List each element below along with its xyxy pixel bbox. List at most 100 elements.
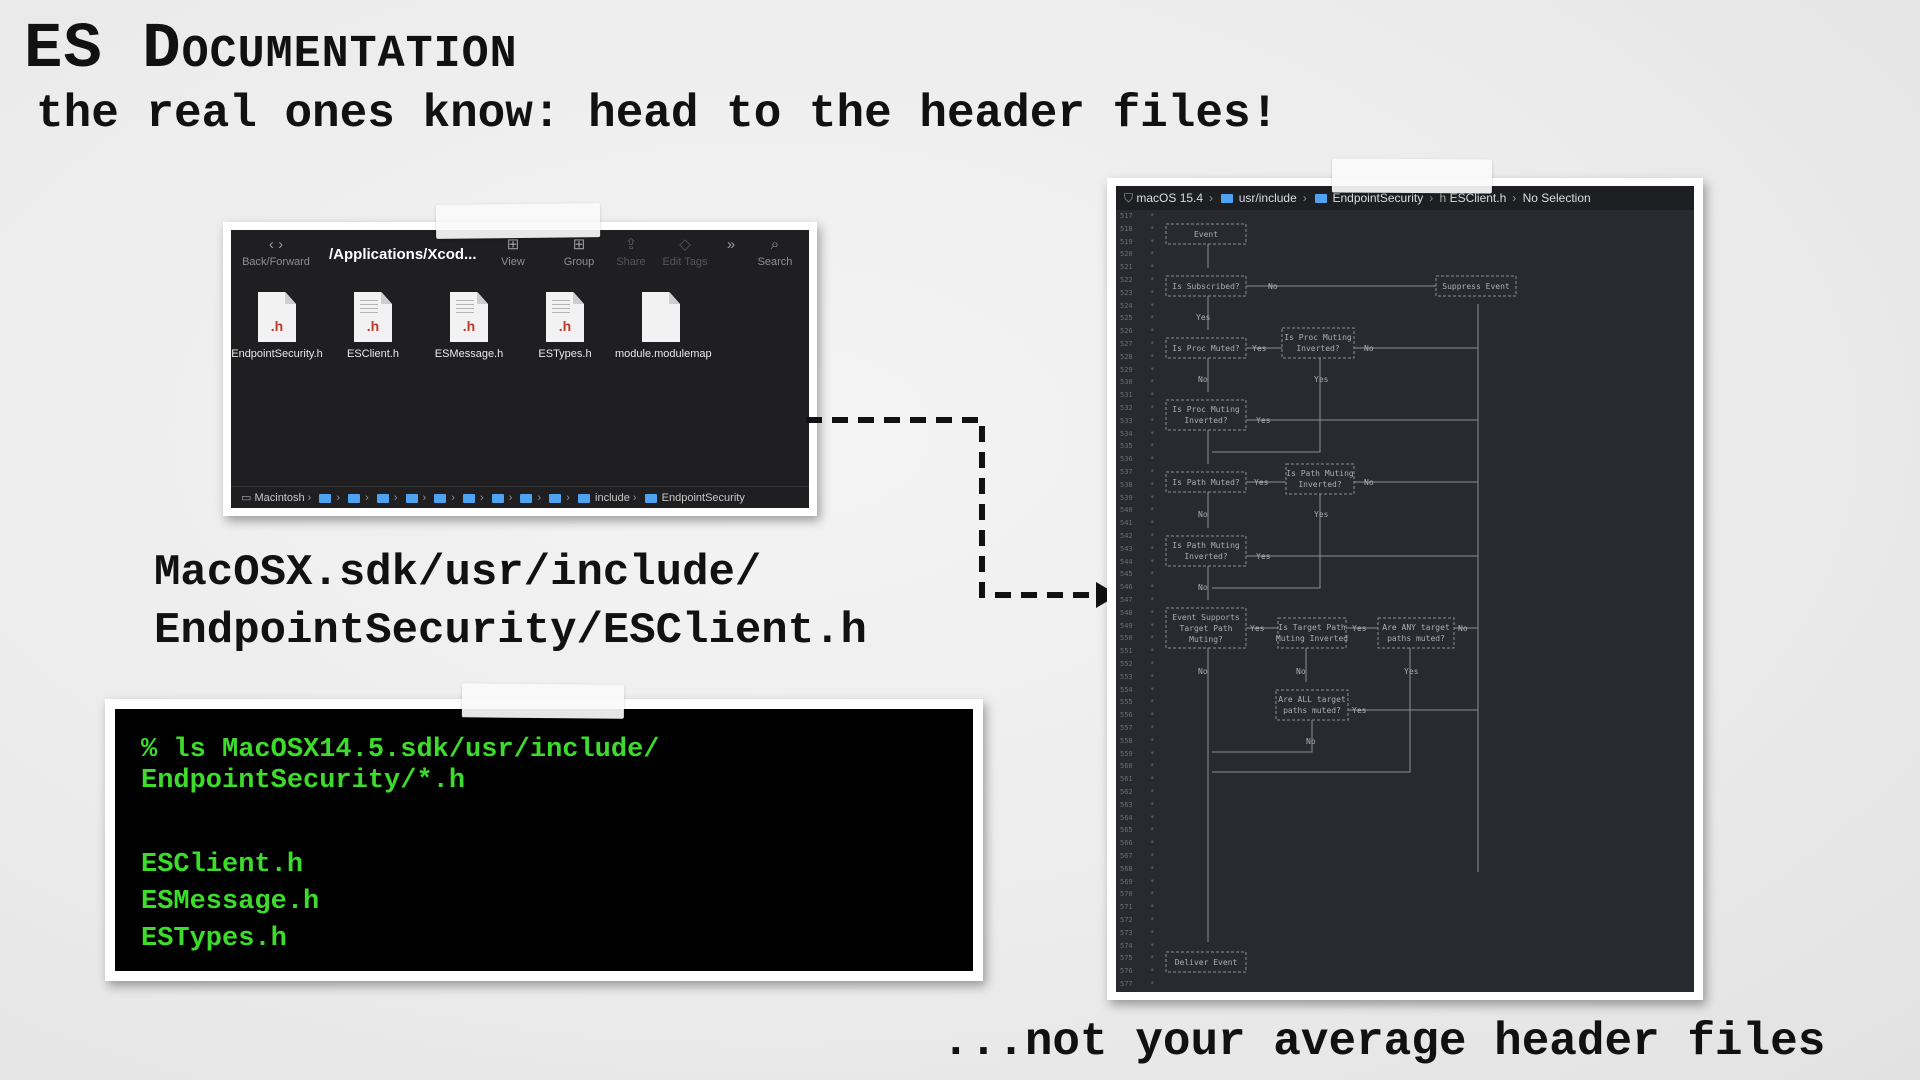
svg-text:Are ALL target: Are ALL target xyxy=(1278,695,1346,704)
svg-text:Target Path: Target Path xyxy=(1180,624,1233,633)
line-number: 543 * xyxy=(1120,544,1155,553)
line-number: 523 * xyxy=(1120,288,1155,297)
line-number: 520 * xyxy=(1120,250,1155,259)
breadcrumb-item[interactable]: macOS 15.4 xyxy=(1136,191,1203,205)
share-button[interactable]: ⇪ Share xyxy=(611,234,651,268)
svg-text:No: No xyxy=(1364,344,1374,353)
file-item[interactable]: .h ESTypes.h xyxy=(519,292,611,361)
folder-icon xyxy=(577,493,590,503)
tagline: ...not your average header files xyxy=(942,1016,1826,1068)
svg-text:Yes: Yes xyxy=(1250,624,1265,633)
line-number: 544 * xyxy=(1120,557,1155,566)
breadcrumb-item[interactable]: No Selection xyxy=(1523,191,1591,205)
group-button[interactable]: ⊞ Group xyxy=(559,234,599,268)
line-number: 528 * xyxy=(1120,352,1155,361)
svg-text:Yes: Yes xyxy=(1314,510,1329,519)
header-file-icon: .h xyxy=(450,292,488,342)
line-number: 575 * xyxy=(1120,954,1155,963)
breadcrumb-item[interactable]: usr/include xyxy=(1239,191,1297,205)
flow-node-event-label: Event xyxy=(1194,230,1218,239)
file-item[interactable]: module.modulemap xyxy=(615,292,712,361)
breadcrumb-item[interactable]: EndpointSecurity xyxy=(1332,191,1423,205)
terminal-command: % ls MacOSX14.5.sdk/usr/include/ Endpoin… xyxy=(141,735,660,796)
folder-icon xyxy=(434,493,447,503)
terminal-screenshot-frame: % ls MacOSX14.5.sdk/usr/include/ Endpoin… xyxy=(105,699,983,981)
folder-icon xyxy=(491,493,504,503)
path-item-include[interactable]: include xyxy=(595,492,630,504)
view-button[interactable]: ⊞ View xyxy=(493,234,533,268)
line-number: 557 * xyxy=(1120,724,1155,732)
svg-text:Inverted?: Inverted? xyxy=(1296,344,1340,353)
line-number: 565 * xyxy=(1120,826,1155,835)
svg-text:paths muted?: paths muted? xyxy=(1387,634,1445,643)
tape-strip xyxy=(461,683,625,719)
line-number: 545 * xyxy=(1120,570,1155,579)
svg-text:paths muted?: paths muted? xyxy=(1283,706,1341,715)
line-number: 558 * xyxy=(1120,736,1155,745)
folder-icon xyxy=(319,493,332,503)
svg-text:Inverted?: Inverted? xyxy=(1298,480,1342,489)
path-caption: MacOSX.sdk/usr/include/ EndpointSecurity… xyxy=(154,548,867,656)
file-item[interactable]: .h ESMessage.h xyxy=(423,292,515,361)
finder-path-bar: ▭ Macintosh › › › › › › › › › › include › … xyxy=(231,486,809,508)
line-number: 564 * xyxy=(1120,813,1155,822)
line-number: 532 * xyxy=(1120,404,1155,412)
line-number: 560 * xyxy=(1120,762,1155,771)
xcode-editor: ⛉ macOS 15.4 › usr/include › EndpointSecur… xyxy=(1116,186,1694,992)
svg-text:No: No xyxy=(1198,510,1208,519)
svg-text:Suppress Event: Suppress Event xyxy=(1442,282,1510,291)
svg-text:Yes: Yes xyxy=(1256,552,1271,561)
folder-icon xyxy=(644,493,657,503)
svg-text:Are ANY target: Are ANY target xyxy=(1382,623,1450,632)
es-flowchart: Event Is Subscribed? Suppress Event Is P… xyxy=(1165,223,1517,973)
finder-screenshot-frame: ‹ › Back/Forward /Applications/Xcod... ⊞… xyxy=(223,222,817,516)
path-item-disk[interactable]: Macintosh xyxy=(254,492,304,504)
line-number: 567 * xyxy=(1120,852,1155,860)
line-number: 570 * xyxy=(1120,890,1155,899)
line-number: 569 * xyxy=(1120,877,1155,886)
line-number: 525 * xyxy=(1120,314,1155,323)
line-number: 576 * xyxy=(1120,967,1155,976)
back-forward-button[interactable]: ‹ › Back/Forward xyxy=(241,234,311,268)
file-item[interactable]: .h EndpointSecurity.h xyxy=(231,292,323,361)
line-number: 527 * xyxy=(1120,340,1155,348)
line-number: 531 * xyxy=(1120,391,1155,400)
svg-text:No: No xyxy=(1198,583,1208,592)
edit-tags-button[interactable]: ◇ Edit Tags xyxy=(655,234,715,268)
path-item-endpoint[interactable]: EndpointSecurity xyxy=(662,492,745,504)
line-number: 562 * xyxy=(1120,788,1155,796)
slide-title: ES Documentation xyxy=(24,14,518,86)
line-number: 533 * xyxy=(1120,416,1155,425)
line-number: 521 * xyxy=(1120,263,1155,272)
folder-icon xyxy=(549,493,562,503)
file-item[interactable]: .h ESClient.h xyxy=(327,292,419,361)
slide-subtitle: the real ones know: head to the header f… xyxy=(36,88,1279,140)
share-icon: ⇪ xyxy=(624,236,638,253)
svg-text:Deliver Event: Deliver Event xyxy=(1175,958,1238,967)
line-number: 522 * xyxy=(1120,276,1155,284)
svg-text:Event Supports: Event Supports xyxy=(1172,613,1240,622)
line-number: 563 * xyxy=(1120,800,1155,809)
line-number: 540 * xyxy=(1120,506,1155,515)
svg-text:No: No xyxy=(1198,667,1208,676)
svg-text:Yes: Yes xyxy=(1252,344,1267,353)
line-number: 546 * xyxy=(1120,583,1155,592)
folder-icon xyxy=(463,493,476,503)
line-number: 534 * xyxy=(1120,429,1155,438)
tape-strip xyxy=(1331,158,1493,194)
svg-text:Inverted?: Inverted? xyxy=(1184,416,1228,425)
more-button[interactable]: » xyxy=(721,234,741,256)
line-number: 530 * xyxy=(1120,378,1155,387)
apple-package-icon: ⛉ xyxy=(1124,191,1134,205)
search-button[interactable]: ⌕ Search xyxy=(751,234,799,268)
line-number: 547 * xyxy=(1120,596,1155,604)
header-file-icon: .h xyxy=(354,292,392,342)
line-number: 537 * xyxy=(1120,468,1155,476)
folder-icon xyxy=(1315,194,1328,204)
svg-text:Is Proc Muted?: Is Proc Muted? xyxy=(1172,344,1240,353)
line-number: 559 * xyxy=(1120,749,1155,758)
svg-text:Is Proc Muting: Is Proc Muting xyxy=(1284,333,1352,342)
folder-icon xyxy=(348,493,361,503)
tag-icon: ◇ xyxy=(679,236,691,253)
line-number: 539 * xyxy=(1120,493,1155,502)
